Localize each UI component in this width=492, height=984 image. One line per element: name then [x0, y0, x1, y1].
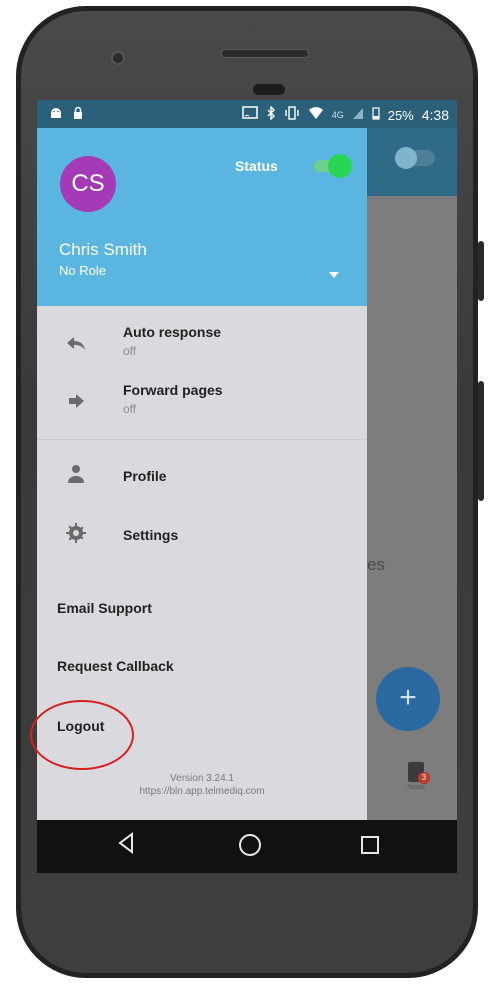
menu-item-auto-response[interactable]: Auto response off — [37, 316, 367, 372]
settings-label: Settings — [123, 527, 179, 543]
status-bar: 4G 25% 4:38 — [37, 100, 457, 128]
logout-highlight-circle — [30, 700, 134, 770]
battery-icon — [372, 106, 380, 124]
power-button — [478, 241, 484, 301]
system-navigation-bar — [37, 820, 457, 873]
gear-icon — [65, 522, 87, 544]
profile-label: Profile — [123, 468, 167, 484]
drawer-header: CS Status Chris Smith No Role — [37, 128, 367, 306]
network-label: 4G — [331, 110, 344, 120]
message-icon — [395, 147, 417, 169]
menu-item-profile[interactable]: Profile — [37, 448, 367, 504]
signal-icon — [352, 106, 364, 124]
auto-response-value: off — [123, 344, 137, 358]
status-toggle[interactable] — [314, 154, 354, 178]
menu-item-forward-pages[interactable]: Forward pages off — [37, 374, 367, 430]
person-icon — [65, 463, 87, 485]
status-toggle-knob — [328, 154, 352, 178]
news-badge: 3 — [418, 772, 430, 784]
user-name: Chris Smith — [59, 240, 147, 259]
background-partial-text: es — [367, 555, 385, 574]
front-camera — [111, 51, 125, 65]
lock-icon — [73, 106, 83, 124]
news-icon: 3 — [408, 762, 430, 784]
avatar[interactable]: CS — [60, 156, 116, 212]
vibrate-icon — [284, 106, 300, 124]
volume-button — [478, 381, 484, 501]
role-dropdown-caret-icon[interactable] — [329, 272, 339, 278]
forward-pages-label: Forward pages — [123, 382, 223, 398]
add-fab-button[interactable]: + — [376, 667, 440, 731]
recent-apps-icon[interactable] — [361, 836, 379, 854]
version-text: Version 3.24.1 — [170, 773, 234, 784]
email-support-button[interactable]: Email Support — [57, 600, 152, 616]
bluetooth-icon — [266, 105, 276, 124]
clock: 4:38 — [421, 107, 449, 123]
divider — [37, 439, 367, 440]
auto-response-label: Auto response — [123, 324, 222, 340]
wifi-icon — [308, 106, 324, 124]
top-speaker — [221, 49, 309, 58]
battery-percent: 25% — [387, 107, 414, 123]
menu-item-settings[interactable]: Settings — [37, 507, 367, 563]
status-label: Status — [235, 158, 278, 174]
home-icon[interactable] — [239, 834, 261, 856]
forward-arrow-icon — [65, 390, 87, 412]
server-url-text: https://bln.app.telmediq.com — [139, 786, 265, 797]
news-label: News — [407, 784, 425, 791]
earpiece — [253, 84, 285, 95]
forward-pages-value: off — [123, 402, 137, 416]
reply-icon — [65, 332, 87, 354]
request-callback-button[interactable]: Request Callback — [57, 658, 174, 674]
background-toggle — [395, 147, 435, 169]
back-icon[interactable] — [117, 832, 135, 859]
android-icon — [49, 106, 63, 124]
news-tab[interactable]: 3 News — [401, 762, 431, 791]
user-role[interactable]: No Role — [59, 263, 106, 278]
cast-icon — [241, 106, 258, 124]
